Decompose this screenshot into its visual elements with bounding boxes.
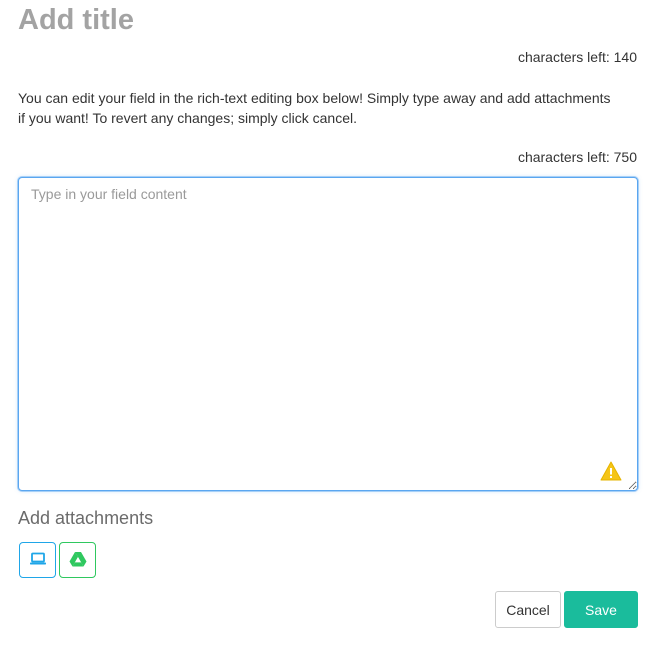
warning-icon (600, 461, 622, 481)
instructions-text: You can edit your field in the rich-text… (18, 90, 611, 126)
editor-container (18, 177, 638, 491)
content-editor[interactable] (18, 177, 638, 491)
save-button[interactable]: Save (564, 591, 638, 628)
google-drive-icon (69, 551, 87, 570)
title-input[interactable] (18, 2, 638, 38)
content-characters-left: characters left: 750 (517, 149, 637, 165)
laptop-icon (29, 552, 47, 569)
cancel-button[interactable]: Cancel (495, 591, 561, 628)
attach-from-device-button[interactable] (19, 542, 56, 578)
title-characters-left: characters left: 140 (517, 49, 637, 65)
attachments-heading: Add attachments (18, 508, 154, 528)
attach-from-google-drive-button[interactable] (59, 542, 96, 578)
